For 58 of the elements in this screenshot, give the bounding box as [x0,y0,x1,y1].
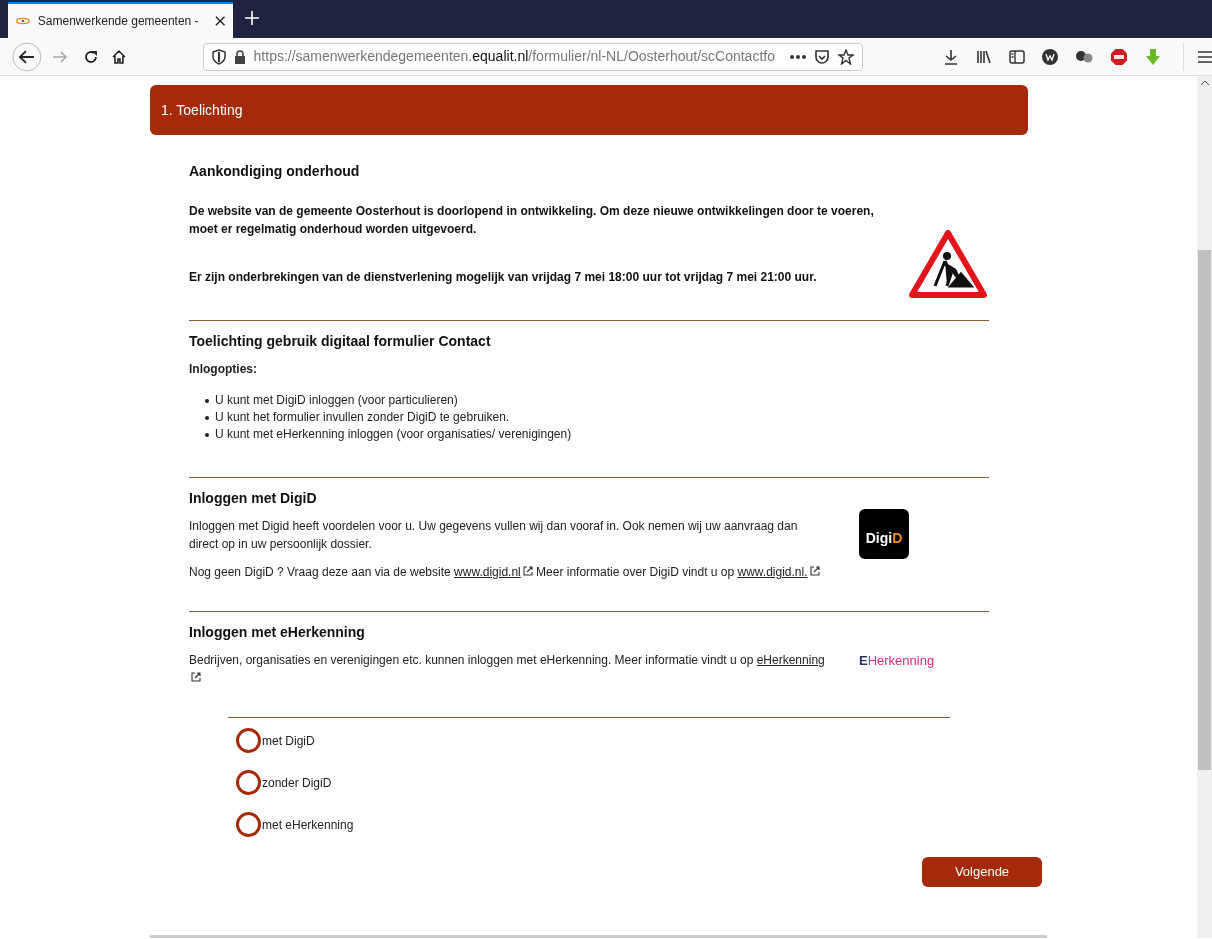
spheres-icon[interactable] [1075,49,1094,64]
pocket-icon[interactable] [814,48,831,65]
close-icon[interactable] [214,15,225,27]
url-text: https://samenwerkendegemeenten.equalit.nl/formulier/nl-NL/Oosterhout/scContactfo [253,47,776,66]
radio-label: met eHerkenning [262,816,354,834]
more-icon[interactable] [790,54,807,59]
stop-sign-icon[interactable] [1110,47,1129,66]
download-icon[interactable] [943,48,960,65]
link[interactable]: www.digid.nl. [737,565,808,579]
bullet-icon [205,398,209,403]
home-icon[interactable] [110,48,127,65]
scrollbar-thumb[interactable] [1198,250,1211,770]
list-subheading: Inlogopties: [189,361,258,378]
paragraph: Bedrijven, organisaties en verenigingen etc. kunnen inloggen met eHerkenning. Meer informatie vindt u op eHerkenning [189,651,829,687]
scrollbar[interactable] [1197,76,1212,938]
star-icon[interactable] [838,48,855,65]
radio-button[interactable] [236,728,261,753]
radio-button[interactable] [236,812,261,837]
eherkenning-logo: EHerkenning [859,652,935,670]
link[interactable]: www.digid.nl [454,565,521,579]
eye-icon [16,16,30,26]
bullet-icon [205,415,209,420]
next-button[interactable]: Volgende [922,857,1042,887]
list-item: U kunt met eHerkenning inloggen (voor organisaties/ verenigingen) [215,426,572,443]
roadwork-sign-icon [909,230,987,298]
w-circle-icon[interactable] [1042,48,1059,65]
step-header: 1. Toelichting [150,85,1028,135]
radio-label: zonder DigiD [262,774,332,792]
section-heading: Toelichting gebruik digitaal formulier Contact [189,332,492,351]
paragraph: Inloggen met Digid heeft voordelen voor u. Uw gegevens vullen wij dan vooraf in. Ook nemen wij uw aanvraag dan direct op in uw persoonlijk dossier. [189,518,799,553]
address-bar[interactable]: https://samenwerkendegemeenten.equalit.nl/formulier/nl-NL/Oosterhout/scContactfo [202,42,864,71]
lock-icon [233,49,246,64]
section-heading: Inloggen met DigiD [189,489,318,508]
digid-logo: DigiD [859,509,909,559]
tab-title: Samenwerkende gemeenten - [37,13,199,30]
bullet-icon [205,432,209,437]
section-heading: Inloggen met eHerkenning [189,623,366,642]
external-link-icon [191,672,201,682]
link[interactable]: eHerkenning [756,653,825,667]
reload-icon[interactable] [82,48,99,65]
section-heading: Aankondiging onderhoud [189,162,361,181]
external-link-icon [522,566,533,576]
list-item: U kunt het formulier invullen zonder DigiD te gebruiken. [215,409,510,426]
back-icon[interactable] [12,41,42,72]
new-tab-icon[interactable] [245,11,259,25]
notice-paragraph: De website van de gemeente Oosterhout is doorlopend in ontwikkeling. Om deze nieuwe ontwikkelingen door te voeren, moet er regelmatig onderhoud worden uitgevoerd. [189,203,875,238]
menu-icon[interactable] [1198,50,1212,63]
browser-tab[interactable]: Samenwerkende gemeenten - [8,2,233,38]
radio-label: met DigiD [262,732,315,750]
radio-button[interactable] [236,770,261,795]
list-item: U kunt met DigiD inloggen (voor particulieren) [215,392,458,409]
sidebar-icon[interactable] [1009,49,1026,64]
notice-paragraph: Er zijn onderbrekingen van de dienstverlening mogelijk van vrijdag 7 mei 18:00 uur tot vrijdag 7 mei 21:00 uur. [189,269,818,286]
library-icon[interactable] [976,48,993,65]
shield-icon [211,48,226,65]
external-link-icon [809,566,820,576]
scroll-up-icon[interactable] [1200,80,1209,85]
paragraph: Nog geen DigiD ? Vraag deze aan via de website www.digid.nl Meer informatie over DigiD vindt u op www.digid.nl. [189,563,829,581]
